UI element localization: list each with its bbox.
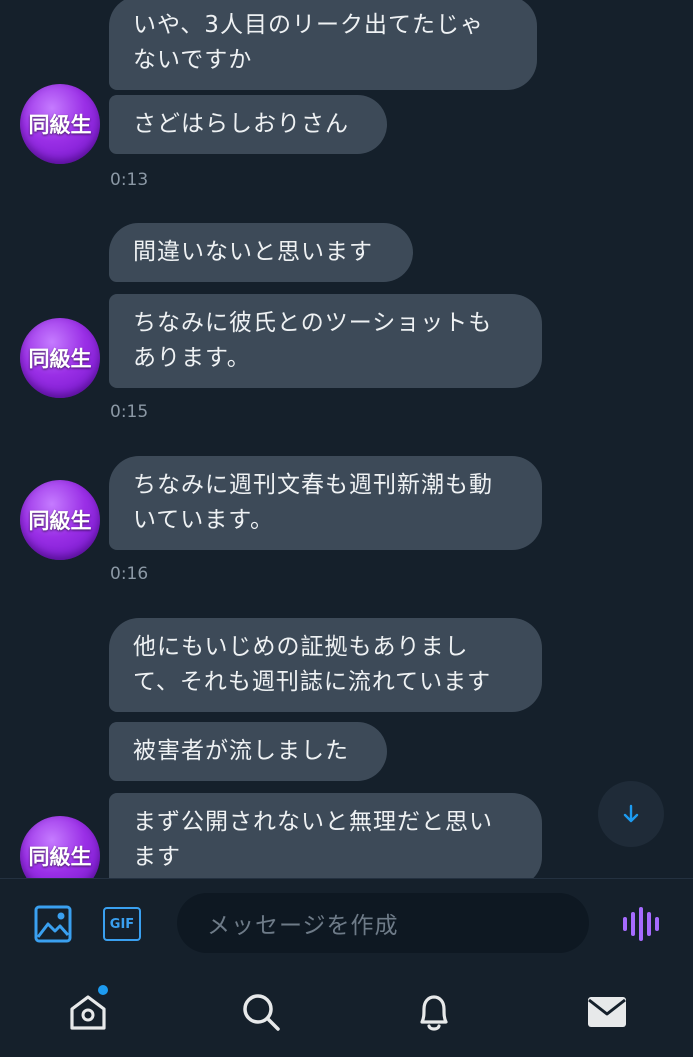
notification-dot	[98, 985, 108, 995]
message-timestamp: 0:15	[110, 402, 149, 422]
tab-messages[interactable]	[547, 966, 667, 1057]
tab-search[interactable]	[201, 966, 321, 1057]
avatar[interactable]: 同級生	[20, 318, 100, 398]
message-bubble[interactable]: ちなみに週刊文春も週刊新潮も動 いています。	[109, 456, 542, 550]
avatar[interactable]: 同級生	[20, 816, 100, 878]
arrow-down-icon	[623, 804, 639, 823]
mail-icon	[588, 996, 626, 1027]
scroll-to-bottom-button[interactable]	[598, 781, 664, 847]
message-thread[interactable]: いや、3人目のリーク出てたじゃ ないですか さどはらしおりさん 同級生 0:13…	[0, 0, 693, 878]
add-gif-button[interactable]: GIF	[99, 904, 145, 944]
avatar[interactable]: 同級生	[20, 84, 100, 164]
home-icon	[70, 994, 106, 1030]
message-bubble[interactable]: 間違いないと思います	[109, 223, 413, 282]
avatar[interactable]: 同級生	[20, 480, 100, 560]
message-timestamp: 0:16	[110, 564, 149, 584]
add-image-button[interactable]	[30, 901, 76, 947]
message-input-placeholder: メッセージを作成	[207, 913, 399, 939]
voice-message-button[interactable]	[616, 903, 666, 945]
gif-label: GIF	[109, 916, 135, 932]
voice-wave-icon	[623, 907, 659, 941]
message-composer: GIF メッセージを作成	[0, 878, 693, 967]
message-bubble[interactable]: 被害者が流しました	[109, 722, 387, 781]
avatar-label: 同級生	[28, 113, 92, 137]
message-bubble[interactable]: さどはらしおりさん	[109, 95, 387, 154]
bell-icon	[420, 994, 448, 1031]
avatar-label: 同級生	[28, 347, 92, 371]
gif-icon: GIF	[103, 907, 141, 941]
message-bubble[interactable]: 他にもいじめの証拠もありまし て、それも週刊誌に流れています	[109, 618, 542, 712]
message-bubble[interactable]: ちなみに彼氏とのツーショットも あります。	[109, 294, 542, 388]
image-icon	[34, 905, 72, 943]
tab-notifications[interactable]	[374, 966, 494, 1057]
message-bubble[interactable]: いや、3人目のリーク出てたじゃ ないですか	[109, 0, 537, 90]
avatar-label: 同級生	[28, 509, 92, 533]
bottom-navigation	[0, 966, 693, 1057]
search-icon	[243, 993, 280, 1031]
tab-home[interactable]	[28, 966, 148, 1057]
message-bubble[interactable]: まず公開されないと無理だと思い ます	[109, 793, 542, 878]
message-timestamp: 0:13	[110, 170, 149, 190]
message-input[interactable]: メッセージを作成	[177, 893, 589, 953]
avatar-label: 同級生	[28, 845, 92, 869]
